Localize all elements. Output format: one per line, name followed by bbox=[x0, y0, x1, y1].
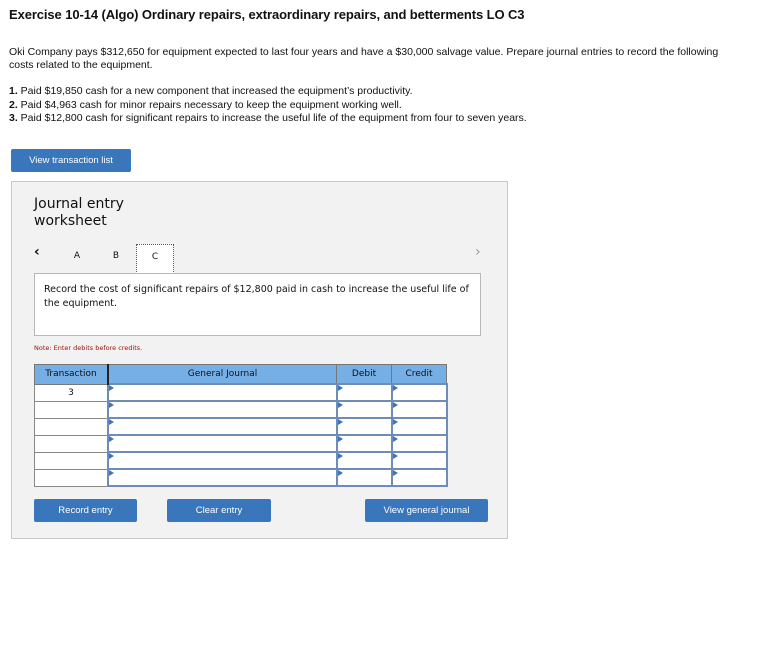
header-transaction: Transaction bbox=[34, 364, 109, 385]
credit-input[interactable] bbox=[390, 451, 448, 470]
debit-input[interactable] bbox=[335, 383, 393, 402]
credit-input[interactable] bbox=[390, 468, 448, 487]
journal-entry-worksheet-panel: Journal entry worksheet ‹ A B C › Record… bbox=[11, 181, 508, 539]
transaction-number bbox=[34, 468, 109, 487]
account-input[interactable] bbox=[107, 451, 338, 470]
chevron-left-icon[interactable]: ‹ bbox=[34, 244, 40, 260]
item-text: Paid $19,850 cash for a new component th… bbox=[17, 85, 413, 97]
item-number: 3. bbox=[9, 112, 18, 124]
table-row bbox=[34, 417, 448, 436]
problem-item-1: 1. Paid $19,850 cash for a new component… bbox=[9, 85, 749, 99]
problem-item-3: 3. Paid $12,800 cash for significant rep… bbox=[9, 112, 749, 126]
problem-intro: Oki Company pays $312,650 for equipment … bbox=[9, 46, 719, 71]
item-number: 1. bbox=[9, 85, 18, 97]
worksheet-title: Journal entry worksheet bbox=[34, 196, 124, 230]
transaction-number bbox=[34, 434, 109, 453]
table-row bbox=[34, 400, 448, 419]
table-row bbox=[34, 434, 448, 453]
item-number: 2. bbox=[9, 98, 18, 111]
account-input[interactable] bbox=[107, 383, 338, 402]
debits-before-credits-note: Note: Enter debits before credits. bbox=[34, 344, 143, 352]
account-input[interactable] bbox=[107, 400, 338, 419]
table-row bbox=[34, 468, 448, 487]
view-general-journal-button[interactable]: View general journal bbox=[365, 499, 488, 522]
worksheet-title-line2: worksheet bbox=[34, 213, 107, 229]
view-transaction-list-button[interactable]: View transaction list bbox=[11, 149, 131, 172]
item-text: Paid $12,800 cash for significant repair… bbox=[17, 112, 527, 124]
account-input[interactable] bbox=[107, 417, 338, 436]
debit-input[interactable] bbox=[335, 417, 393, 436]
chevron-right-icon[interactable]: › bbox=[475, 244, 481, 260]
credit-input[interactable] bbox=[390, 400, 448, 419]
transaction-number bbox=[34, 451, 109, 470]
credit-input[interactable] bbox=[390, 417, 448, 436]
transaction-description: Record the cost of significant repairs o… bbox=[34, 273, 481, 336]
tab-c[interactable]: C bbox=[136, 244, 174, 274]
debit-input[interactable] bbox=[335, 400, 393, 419]
problem-item-2: 2. Paid $4,963 cash for minor repairs ne… bbox=[9, 99, 749, 113]
header-debit: Debit bbox=[336, 364, 392, 385]
worksheet-title-line1: Journal entry bbox=[34, 196, 124, 212]
problem-list: 1. Paid $19,850 cash for a new component… bbox=[9, 85, 749, 126]
item-text: Paid $4,963 cash for minor repairs neces… bbox=[17, 98, 402, 111]
clear-entry-button[interactable]: Clear entry bbox=[167, 499, 271, 522]
table-row: 3 bbox=[34, 383, 448, 402]
table-header-row: Transaction General Journal Debit Credit bbox=[34, 364, 447, 385]
transaction-number bbox=[34, 417, 109, 436]
header-credit: Credit bbox=[391, 364, 447, 385]
tab-b[interactable]: B bbox=[97, 244, 135, 274]
table-row bbox=[34, 451, 448, 470]
transaction-number: 3 bbox=[34, 383, 109, 402]
tab-a[interactable]: A bbox=[58, 244, 96, 274]
debit-input[interactable] bbox=[335, 451, 393, 470]
account-input[interactable] bbox=[107, 468, 338, 487]
credit-input[interactable] bbox=[390, 434, 448, 453]
debit-input[interactable] bbox=[335, 434, 393, 453]
header-general-journal: General Journal bbox=[107, 364, 337, 385]
general-journal-table: Transaction General Journal Debit Credit… bbox=[34, 364, 448, 487]
debit-input[interactable] bbox=[335, 468, 393, 487]
record-entry-button[interactable]: Record entry bbox=[34, 499, 137, 522]
page-title: Exercise 10-14 (Algo) Ordinary repairs, … bbox=[9, 7, 525, 22]
credit-input[interactable] bbox=[390, 383, 448, 402]
transaction-number bbox=[34, 400, 109, 419]
account-input[interactable] bbox=[107, 434, 338, 453]
